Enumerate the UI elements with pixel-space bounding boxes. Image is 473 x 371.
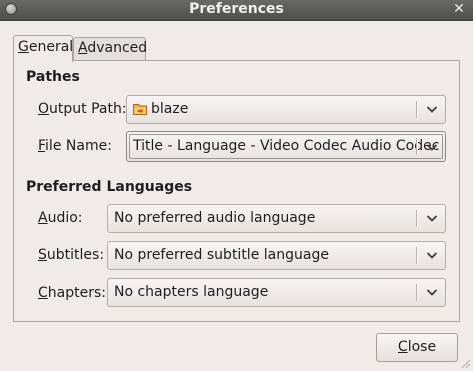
tab-advanced[interactable]: Advanced <box>73 37 148 60</box>
output-path-mnemonic: O <box>38 101 50 117</box>
close-button[interactable]: Close <box>376 333 458 362</box>
chevron-down-icon <box>426 144 438 151</box>
audio-combo[interactable]: No preferred audio language <box>107 204 446 233</box>
chevron-down-icon <box>426 252 438 259</box>
file-name-combo[interactable]: Title - Language - Video Codec Audio Cod… <box>126 131 446 162</box>
subtitles-mnemonic: S <box>38 247 47 263</box>
title-bar: Preferences ✕ <box>0 0 473 21</box>
output-path-value: blaze <box>151 101 189 117</box>
chevron-down-icon <box>426 215 438 222</box>
combo-separator <box>416 210 418 227</box>
audio-label-text: udio: <box>47 210 83 226</box>
section-preferred-languages: Preferred Languages <box>26 179 193 195</box>
output-path-combo[interactable]: blaze <box>126 95 446 124</box>
resize-grip-icon[interactable] <box>459 357 471 369</box>
chapters-mnemonic: C <box>38 285 48 301</box>
tab-general[interactable]: General <box>13 35 73 62</box>
window-title: Preferences <box>189 1 284 17</box>
tab-advanced-mnemonic: A <box>78 40 88 56</box>
subtitles-label-text: ubtitles: <box>46 247 105 263</box>
folder-icon <box>133 104 147 115</box>
file-name-label: File Name: <box>38 138 112 154</box>
window-close-icon[interactable]: ✕ <box>451 1 467 17</box>
chapters-label: Chapters: <box>38 285 106 301</box>
subtitles-value: No preferred subtitle language <box>114 247 329 263</box>
file-name-label-text: ile Name: <box>45 138 112 154</box>
subtitles-combo[interactable]: No preferred subtitle language <box>107 241 446 270</box>
close-button-mnemonic: C <box>397 339 408 355</box>
subtitles-label: Subtitles: <box>38 247 104 263</box>
chevron-down-icon <box>426 106 438 113</box>
tab-general-mnemonic: G <box>18 39 29 55</box>
combo-separator <box>416 138 418 155</box>
output-path-label-text: utput Path: <box>49 101 127 117</box>
chapters-label-text: hapters: <box>47 285 106 301</box>
file-name-value: Title - Language - Video Codec Audio Cod… <box>133 138 440 154</box>
audio-label: Audio: <box>38 210 83 226</box>
close-button-label: lose <box>407 339 437 355</box>
chevron-down-icon <box>426 289 438 296</box>
tab-advanced-label: dvanced <box>87 40 148 56</box>
output-path-label: Output Path: <box>38 101 127 117</box>
combo-separator <box>416 247 418 264</box>
audio-mnemonic: A <box>38 210 48 226</box>
section-pathes: Pathes <box>26 69 80 85</box>
chapters-combo[interactable]: No chapters language <box>107 278 446 307</box>
combo-separator <box>416 284 418 301</box>
chapters-value: No chapters language <box>114 284 269 300</box>
audio-value: No preferred audio language <box>114 210 316 226</box>
combo-separator <box>416 101 418 118</box>
tab-general-label: eneral <box>28 39 74 55</box>
file-name-mnemonic: F <box>38 138 46 154</box>
